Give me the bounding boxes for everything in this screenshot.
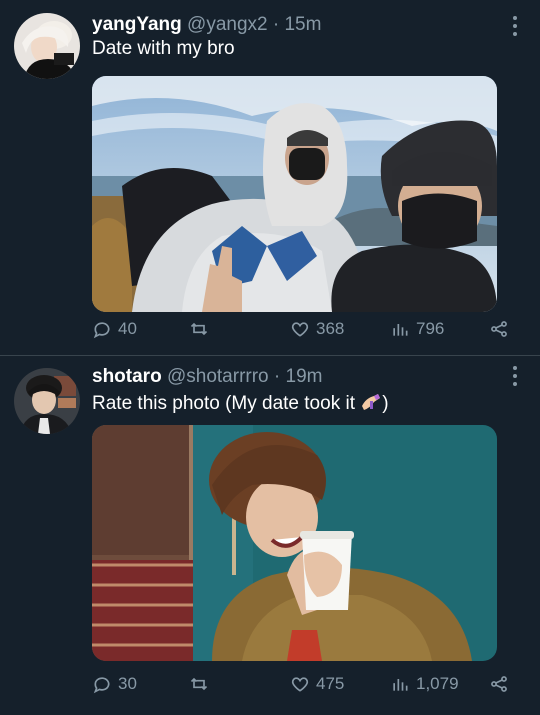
tweet-text: Rate this photo (My date took it ) [92, 392, 389, 415]
tweet-photo[interactable] [92, 425, 497, 661]
tweet-header: yangYang @yangx2 · 15m [92, 14, 321, 36]
retweet-icon [188, 319, 210, 339]
retweet-button[interactable] [188, 674, 216, 694]
like-button[interactable]: 475 [290, 674, 344, 694]
share-icon [488, 674, 510, 694]
tweet-1[interactable]: yangYang @yangx2 · 15m Date with my bro [0, 0, 540, 355]
tweet-text: Date with my bro [92, 38, 235, 59]
tweet-text-main: Rate this photo (My date took it [92, 393, 361, 414]
reply-button[interactable]: 30 [92, 674, 137, 694]
tweet-photo[interactable] [92, 76, 497, 312]
nail-polish-emoji-icon [360, 392, 382, 412]
share-icon [488, 319, 510, 339]
tweet-header: shotaro @shotarrrro · 19m [92, 366, 322, 388]
reply-icon [92, 674, 112, 694]
separator-dot: · [273, 366, 281, 387]
tweet-2[interactable]: shotaro @shotarrrro · 19m Rate this phot… [0, 356, 540, 715]
timestamp[interactable]: 15m [284, 14, 321, 35]
tweet-actions: 40 368 796 [92, 319, 512, 345]
like-button[interactable]: 368 [290, 319, 344, 339]
timestamp[interactable]: 19m [286, 366, 323, 387]
share-button[interactable] [488, 674, 510, 694]
reply-count: 40 [118, 319, 137, 338]
like-count: 475 [316, 674, 345, 693]
bar-chart-icon [390, 674, 410, 694]
tweet-text-end: ) [382, 393, 389, 414]
display-name[interactable]: yangYang [92, 14, 182, 35]
tweet-actions: 30 475 1,079 [92, 674, 512, 700]
like-count: 368 [316, 319, 345, 338]
reply-button[interactable]: 40 [92, 319, 137, 339]
heart-icon [290, 319, 310, 339]
display-name[interactable]: shotaro [92, 366, 162, 387]
share-button[interactable] [488, 319, 510, 339]
avatar[interactable] [14, 368, 80, 434]
reply-count: 30 [118, 674, 137, 693]
bar-chart-icon [390, 319, 410, 339]
more-vertical-icon[interactable] [512, 16, 518, 36]
views-count: 1,079 [416, 674, 459, 693]
user-handle[interactable]: @yangx2 [187, 14, 268, 35]
views-button[interactable]: 1,079 [390, 674, 459, 694]
retweet-button[interactable] [188, 319, 216, 339]
separator-dot: · [272, 14, 280, 35]
user-handle[interactable]: @shotarrrro [167, 366, 269, 387]
avatar[interactable] [14, 13, 80, 79]
retweet-icon [188, 674, 210, 694]
views-button[interactable]: 796 [390, 319, 444, 339]
heart-icon [290, 674, 310, 694]
reply-icon [92, 319, 112, 339]
more-vertical-icon[interactable] [512, 366, 518, 386]
views-count: 796 [416, 319, 445, 338]
